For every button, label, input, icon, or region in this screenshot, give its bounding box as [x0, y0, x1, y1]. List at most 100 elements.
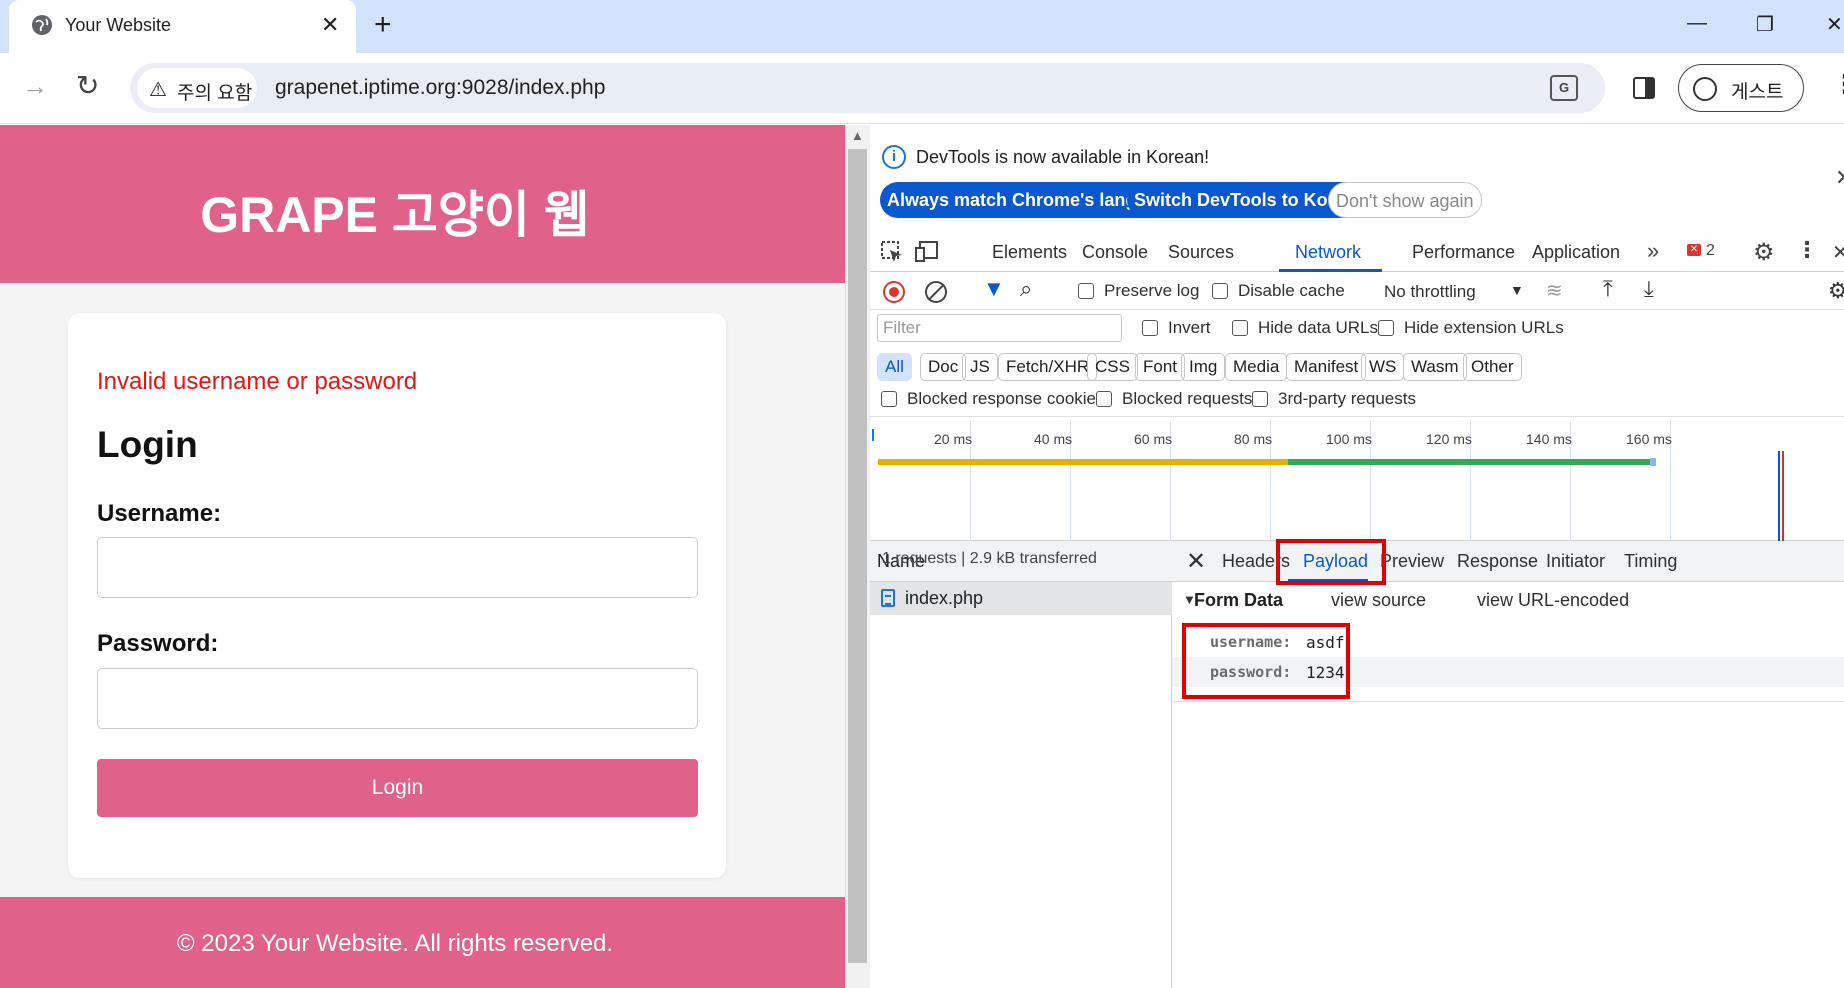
chrome-menu-icon[interactable]: ⋮ [1832, 69, 1844, 100]
minimize-icon[interactable]: — [1687, 12, 1707, 35]
type-filter-css[interactable]: CSS [1087, 353, 1138, 381]
blocked-requests-checkbox[interactable] [1096, 391, 1112, 407]
request-row[interactable]: index.php [870, 582, 1172, 615]
type-filter-media[interactable]: Media [1225, 353, 1288, 381]
timeline-tick: 160 ms [1626, 431, 1672, 447]
view-source-link[interactable]: view source [1331, 590, 1426, 611]
type-filter-js[interactable]: JS [962, 353, 998, 381]
new-tab-button[interactable]: + [374, 8, 392, 42]
record-stop-icon[interactable] [883, 281, 905, 303]
divider [1172, 701, 1844, 702]
scroll-up-icon[interactable]: ▲ [851, 128, 864, 143]
device-toolbar-icon[interactable] [915, 240, 939, 262]
type-filter-fetch[interactable]: Fetch/XHR [998, 353, 1098, 381]
security-label: 주의 요함 [177, 83, 253, 104]
blocked-cookies-label: Blocked response cookies [907, 389, 1105, 408]
clear-icon[interactable] [925, 281, 947, 303]
request-list: Name index.php [870, 541, 1172, 988]
type-filter-other[interactable]: Other [1463, 353, 1522, 381]
timeline-tick: 20 ms [934, 431, 973, 447]
type-filter-img[interactable]: Img [1181, 353, 1226, 381]
timeline-tick: 120 ms [1426, 431, 1472, 447]
tab-console[interactable]: Console [1082, 242, 1148, 263]
preserve-log-checkbox[interactable] [1078, 283, 1094, 299]
invert-checkbox[interactable] [1142, 320, 1158, 336]
tab-application[interactable]: Application [1532, 242, 1620, 263]
url-text[interactable]: grapenet.iptime.org:9028/index.php [275, 76, 605, 100]
back-arrow-icon[interactable]: → [22, 71, 48, 102]
type-filter-ws[interactable]: WS [1361, 353, 1405, 381]
devtools-tab-bar: Elements Console Sources Network Perform… [870, 232, 1844, 272]
status-summary: 1 requests | 2.9 kB transferred [882, 550, 1097, 567]
export-har-icon[interactable]: ⤓ [1644, 276, 1654, 302]
site-header: GRAPE 고양이 웹 [0, 125, 845, 283]
page-scrollbar[interactable]: ▲ [845, 125, 870, 988]
tab-title: Your Website [65, 15, 172, 35]
profile-button[interactable]: 게스트 [1678, 64, 1804, 112]
filter-row: Filter Invert Hide data URLs Hide extens… [870, 310, 1844, 346]
tab-elements[interactable]: Elements [992, 242, 1067, 263]
tab-performance[interactable]: Performance [1412, 242, 1515, 263]
network-toolbar: ▼ ⌕ Preserve log Disable cache No thrott… [870, 272, 1844, 310]
restore-icon[interactable]: ❐ [1756, 12, 1774, 37]
timeline-start-marker [872, 429, 874, 441]
disable-cache-checkbox[interactable] [1212, 283, 1228, 299]
filter-input[interactable]: Filter [877, 314, 1122, 342]
type-filter-manifest[interactable]: Manifest [1286, 353, 1367, 381]
password-input[interactable] [97, 668, 698, 729]
tab-network[interactable]: Network [1295, 242, 1361, 263]
hide-data-urls-checkbox[interactable] [1232, 320, 1248, 336]
warning-icon: ⚠ [149, 79, 167, 101]
settings-gear-icon[interactable]: ⚙ [1753, 238, 1775, 267]
window-close-icon[interactable]: ✕ [1826, 12, 1843, 37]
resource-type-filters: All Doc JS Fetch/XHR CSS Font Img Media … [870, 345, 1844, 381]
devtools-close-icon[interactable]: ✕ [1832, 240, 1844, 265]
throttling-select[interactable]: No throttling [1384, 282, 1476, 302]
avatar-icon [1693, 77, 1717, 101]
request-detail-panel: ✕ Headers Payload Preview Response Initi… [1172, 539, 1844, 988]
hide-extension-urls-checkbox[interactable] [1378, 320, 1394, 336]
tab-close-icon[interactable]: ✕ [321, 12, 339, 38]
banner-close-icon[interactable]: ✕ [1835, 165, 1844, 191]
third-party-label: 3rd-party requests [1278, 389, 1416, 408]
dont-show-again-button[interactable]: Don't show again [1328, 182, 1482, 218]
search-icon[interactable]: ⌕ [1020, 276, 1032, 302]
timeline-waiting-bar [878, 459, 1288, 465]
type-filter-font[interactable]: Font [1135, 353, 1186, 381]
blocked-cookies-checkbox[interactable] [881, 391, 897, 407]
network-overview-timeline[interactable]: 20 ms 40 ms 60 ms 80 ms 100 ms 120 ms 14… [870, 421, 1844, 541]
devtools-menu-icon[interactable]: ⋮ [1796, 237, 1818, 263]
more-tabs-icon[interactable]: » [1647, 238, 1659, 264]
username-label: Username: [97, 500, 222, 527]
error-icon[interactable]: ✕ [1687, 244, 1701, 256]
type-filter-doc[interactable]: Doc [920, 353, 967, 381]
network-conditions-icon[interactable]: ≋ [1546, 278, 1563, 303]
error-count[interactable]: 2 [1706, 242, 1715, 260]
type-filter-all[interactable]: All [877, 353, 912, 381]
import-har-icon[interactable]: ⤒ [1603, 276, 1613, 302]
timeline-tick: 40 ms [1034, 431, 1073, 447]
browser-toolbar: → ↻ ⚠ 주의 요함 grapenet.iptime.org:9028/ind… [0, 53, 1844, 124]
filter-funnel-icon[interactable]: ▼ [983, 276, 1005, 302]
form-data-header[interactable]: ▼ Form Data view source view URL-encoded [1172, 582, 1844, 618]
username-input[interactable] [97, 537, 698, 598]
browser-tab[interactable]: Your Website ✕ [9, 0, 356, 53]
inspect-element-icon[interactable] [880, 240, 904, 262]
network-settings-icon[interactable]: ⚙ [1828, 278, 1844, 304]
type-filter-wasm[interactable]: Wasm [1403, 353, 1467, 381]
load-event-line [1782, 451, 1784, 541]
view-url-encoded-link[interactable]: view URL-encoded [1477, 590, 1629, 611]
form-data-annotation-box [1182, 623, 1350, 699]
side-panel-icon[interactable] [1633, 77, 1655, 99]
chevron-down-icon[interactable]: ▼ [1510, 282, 1524, 298]
timeline-tick: 80 ms [1234, 431, 1273, 447]
translate-icon[interactable]: G [1550, 75, 1578, 101]
tab-sources[interactable]: Sources [1168, 242, 1234, 263]
security-chip[interactable]: ⚠ 주의 요함 [137, 68, 257, 108]
third-party-checkbox[interactable] [1252, 391, 1268, 407]
reload-icon[interactable]: ↻ [76, 69, 99, 102]
scrollbar-thumb[interactable] [848, 149, 867, 963]
info-icon: i [882, 145, 906, 169]
login-button[interactable]: Login [97, 759, 698, 817]
address-bar[interactable]: ⚠ 주의 요함 grapenet.iptime.org:9028/index.p… [130, 63, 1605, 113]
